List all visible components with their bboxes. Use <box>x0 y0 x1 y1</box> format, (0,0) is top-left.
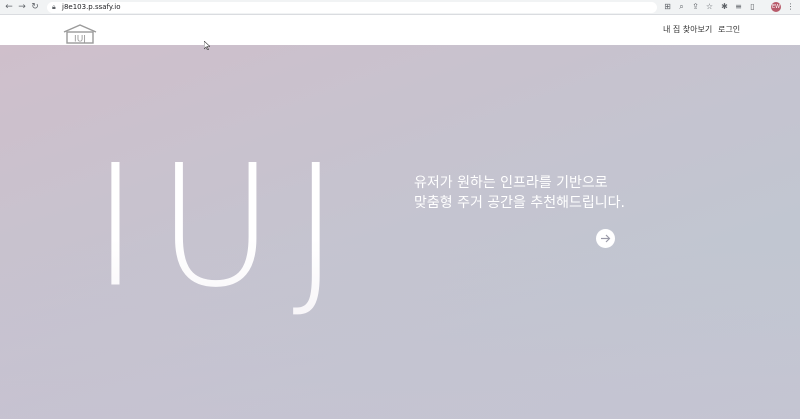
tagline-line-2: 맞춤형 주거 공간을 추천해드립니다. <box>414 195 625 211</box>
tagline-line-1: 유저가 원하는 인프라를 기반으로 <box>414 175 608 191</box>
arrow-right-icon <box>601 234 611 243</box>
menu-kebab-icon[interactable]: ⋮ <box>786 2 795 11</box>
address-bar[interactable]: 🔒︎ j8e103.p.ssafy.io <box>47 2 657 13</box>
reload-icon[interactable]: ↻ <box>30 2 40 12</box>
site-header: IUJ 내 집 찾아보기 로그인 <box>0 15 800 45</box>
share-icon[interactable]: ⇪ <box>691 2 700 11</box>
start-button[interactable] <box>596 229 615 248</box>
hero-tagline: 유저가 원하는 인프라를 기반으로 맞춤형 주거 공간을 추천해드립니다. <box>414 173 625 213</box>
sidepanel-icon[interactable]: ▯ <box>748 2 757 11</box>
browser-toolbar: ← → ↻ 🔒︎ j8e103.p.ssafy.io ⊞ ⌕ ⇪ ☆ ✱ ≡ ▯… <box>0 0 800 15</box>
back-icon[interactable]: ← <box>4 2 14 12</box>
bookmark-star-icon[interactable]: ☆ <box>705 2 714 11</box>
mouse-cursor-icon <box>204 41 210 50</box>
profile-avatar[interactable]: EW <box>771 2 781 12</box>
logo[interactable]: IUJ <box>62 24 98 45</box>
nav-find-home[interactable]: 내 집 찾아보기 <box>663 24 712 36</box>
translate-icon[interactable]: ⊞ <box>663 2 672 11</box>
hero-brand-title: IUJ <box>92 128 358 325</box>
lock-icon: 🔒︎ <box>52 3 56 11</box>
hero-section: IUJ 유저가 원하는 인프라를 기반으로 맞춤형 주거 공간을 추천해드립니다… <box>0 45 800 419</box>
extensions-icon[interactable]: ✱ <box>720 2 729 11</box>
url-text: j8e103.p.ssafy.io <box>62 3 121 11</box>
logo-text: IUJ <box>74 35 86 45</box>
media-icon[interactable]: ≡ <box>734 2 743 11</box>
nav-login[interactable]: 로그인 <box>718 24 740 36</box>
zoom-icon[interactable]: ⌕ <box>677 2 686 11</box>
forward-icon[interactable]: → <box>17 2 27 12</box>
house-logo-icon: IUJ <box>63 24 97 45</box>
